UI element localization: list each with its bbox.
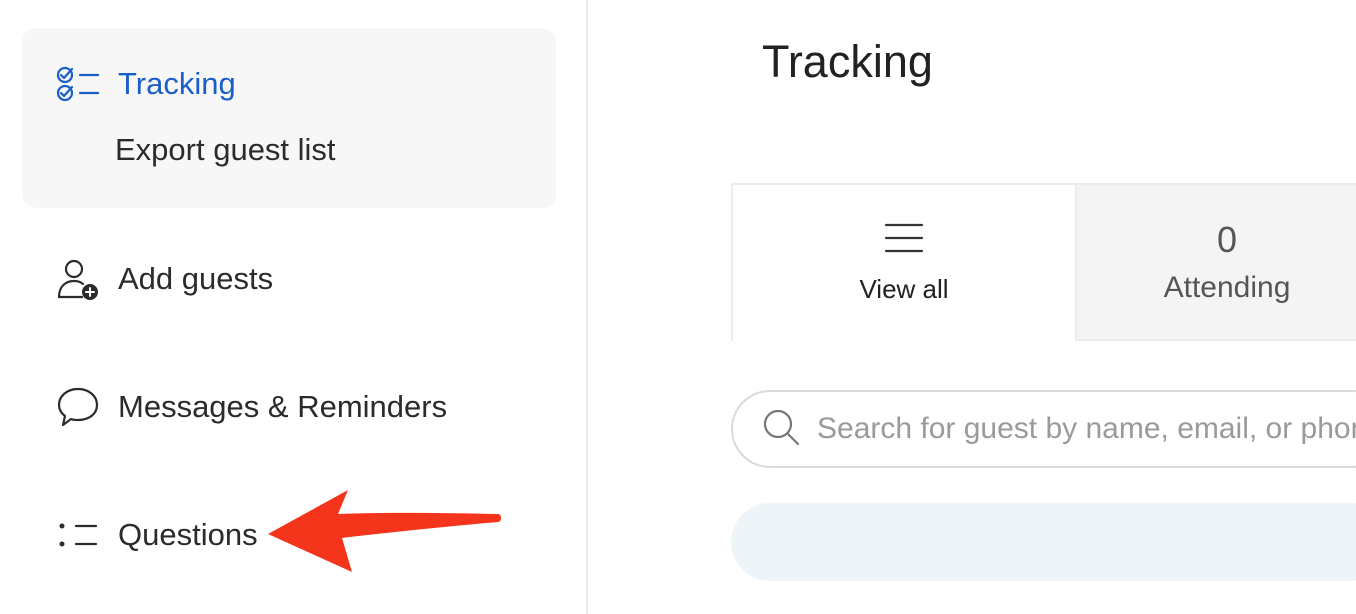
tab-view-all[interactable]: View all [731,183,1077,341]
sidebar-item-label: Add guests [118,261,274,296]
list-icon [56,513,100,557]
guest-search[interactable] [731,390,1356,468]
speech-bubble-icon [56,385,100,429]
sidebar-item-label: Questions [118,517,258,552]
sidebar-active-section [22,28,556,208]
sidebar-item-add-guests[interactable]: Add guests [56,257,273,301]
sidebar-item-questions[interactable]: Questions [56,513,258,557]
tab-attending[interactable]: 0 Attending [1077,183,1356,341]
add-person-icon [56,257,100,301]
page: Tracking Export guest list Add guests Me… [0,0,1356,614]
sidebar-item-messages[interactable]: Messages & Reminders [56,385,447,429]
tab-label: Attending [1163,271,1291,304]
sidebar: Tracking Export guest list Add guests Me… [0,0,588,614]
page-title: Tracking [762,36,933,87]
menu-lines-icon [884,221,924,260]
info-banner [731,503,1356,581]
tab-label: View all [859,274,949,304]
sidebar-item-label: Messages & Reminders [118,389,448,424]
sidebar-item-tracking[interactable]: Tracking [56,62,236,106]
search-input[interactable] [815,411,1356,447]
annotation-arrow [268,490,501,572]
sidebar-item-label: Tracking [118,66,236,101]
search-icon [761,407,801,452]
checklist-icon [56,62,100,106]
attending-count: 0 [1216,219,1238,260]
export-guest-list-link[interactable]: Export guest list [115,132,336,168]
